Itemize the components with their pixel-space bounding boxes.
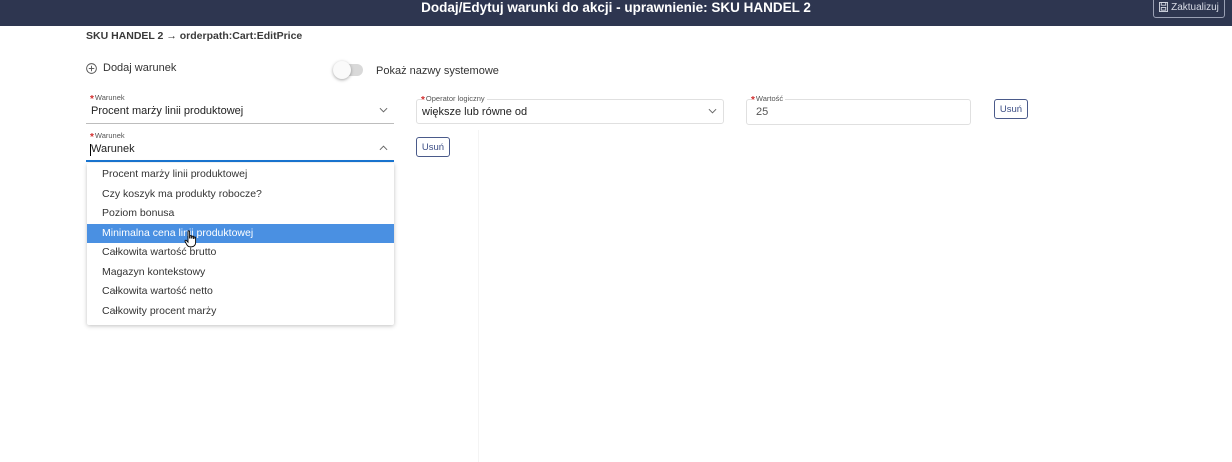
condition-dropdown-menu: Procent marży linii produktowej Czy kosz…	[87, 163, 394, 325]
dropdown-option[interactable]: Poziom bonusa	[87, 204, 394, 224]
condition-select-1-value: Procent marży linii produktowej	[91, 105, 244, 117]
show-system-names-label: Pokaż nazwy systemowe	[376, 65, 499, 77]
condition-select-2-label: *Warunek	[90, 130, 127, 143]
value-input-label: *Wartość	[751, 93, 786, 106]
app-header: Dodaj/Edytuj warunki do akcji - uprawnie…	[0, 0, 1232, 26]
value-input[interactable]: *Wartość 25	[746, 93, 971, 125]
condition-select-2-input[interactable]: Warunek	[90, 143, 135, 156]
operator-select[interactable]: *Operator logiczny większe lub równe od	[416, 93, 724, 124]
dropdown-option[interactable]: Całkowity procent marży	[87, 302, 394, 322]
update-button[interactable]: Zaktualizuj	[1153, 0, 1225, 18]
divider	[478, 130, 479, 462]
dropdown-option[interactable]: Magazyn kontekstowy	[87, 263, 394, 283]
show-system-names-toggle[interactable]	[333, 60, 363, 80]
chevron-up-icon	[379, 145, 388, 151]
dropdown-option[interactable]: Całkowita wartość brutto	[87, 243, 394, 263]
condition-select-1-label: *Warunek	[90, 92, 127, 105]
add-condition-label: Dodaj warunek	[103, 62, 177, 74]
page-title: Dodaj/Edytuj warunki do akcji - uprawnie…	[421, 0, 811, 15]
condition-select-1[interactable]: *Warunek Procent marży linii produktowej	[86, 92, 394, 124]
remove-condition-button-2[interactable]: Usuń	[416, 137, 450, 157]
breadcrumb: SKU HANDEL 2 → orderpath:Cart:EditPrice	[86, 30, 303, 42]
remove-condition-button-1[interactable]: Usuń	[994, 99, 1028, 119]
chevron-down-icon	[708, 108, 717, 114]
toggle-knob	[333, 61, 351, 79]
operator-select-value: większe lub równe od	[422, 106, 528, 118]
value-input-value: 25	[756, 106, 769, 118]
dropdown-option[interactable]: Całkowita wartość netto	[87, 282, 394, 302]
condition-select-2[interactable]: *Warunek Warunek	[86, 130, 394, 162]
chevron-down-icon	[379, 107, 388, 113]
dropdown-option-highlighted[interactable]: Minimalna cena linii produktowej	[87, 223, 394, 243]
add-circle-icon	[86, 62, 97, 74]
add-condition-button[interactable]: Dodaj warunek	[86, 62, 176, 74]
save-icon	[1159, 2, 1169, 12]
operator-select-label: *Operator logiczny	[421, 93, 487, 106]
update-button-label: Zaktualizuj	[1171, 1, 1219, 13]
dropdown-option[interactable]: Procent marży linii produktowej	[87, 165, 394, 185]
dropdown-option[interactable]: Czy koszyk ma produkty robocze?	[87, 185, 394, 205]
